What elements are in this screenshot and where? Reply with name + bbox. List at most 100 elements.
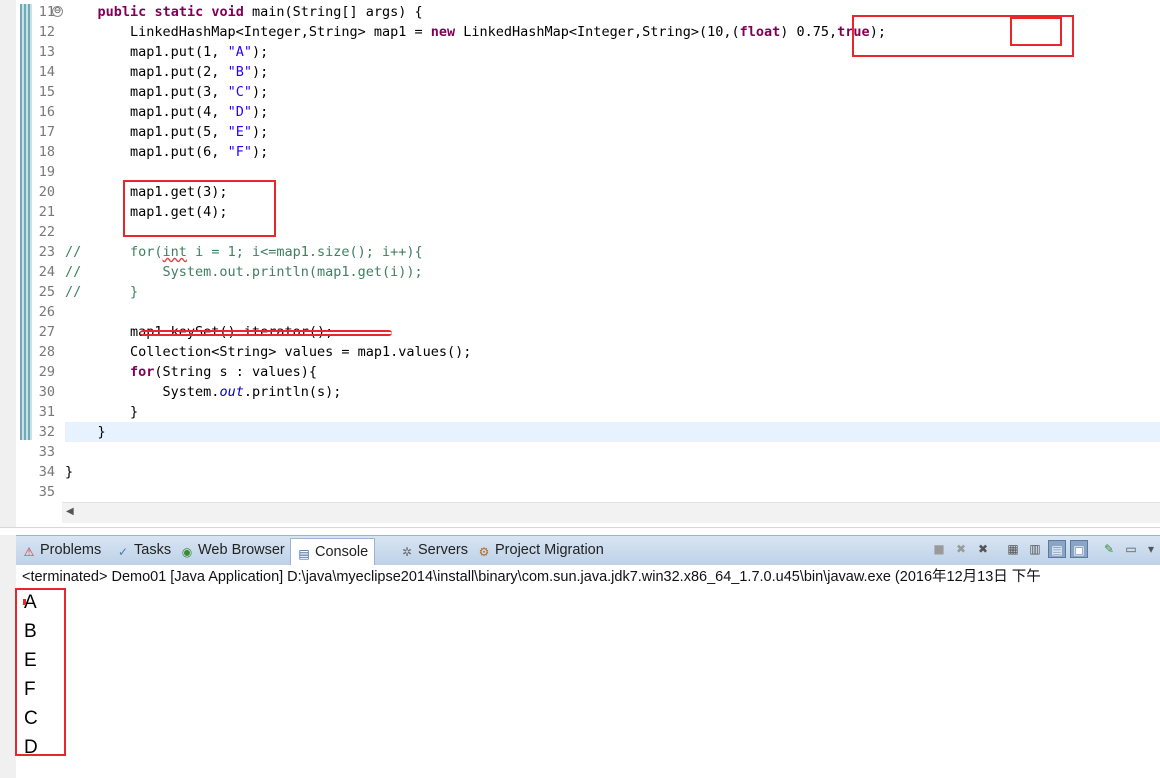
line-number: 13	[38, 44, 55, 60]
line-number: 27	[38, 324, 55, 340]
code-token: .println(s);	[243, 384, 342, 400]
remove-all-terminated-icon[interactable]: ✖	[974, 540, 992, 558]
code-token: );	[251, 124, 269, 140]
pin-console-icon[interactable]: ✎	[1100, 540, 1118, 558]
code-line[interactable]: map1.put(1, "A");	[65, 42, 268, 62]
show-on-stdout-icon[interactable]: ▤	[1048, 540, 1066, 558]
tab-web-browser[interactable]: ◉ Web Browser	[180, 536, 285, 565]
code-line[interactable]: // for(int i = 1; i<=map1.size(); i++){	[65, 242, 423, 262]
tab-problems[interactable]: ⚠ Problems	[22, 536, 102, 565]
annotation-box-get-calls	[123, 180, 276, 237]
code-token: static	[154, 4, 204, 20]
web-browser-icon: ◉	[181, 545, 193, 559]
code-line[interactable]: public static void main(String[] args) {	[65, 2, 423, 22]
text-cursor-marker	[23, 599, 26, 605]
tasks-icon: ✓	[117, 545, 129, 559]
line-number: 12	[38, 24, 55, 40]
console-process-label: <terminated> Demo01 [Java Application] D…	[22, 569, 1041, 585]
line-number: 19	[38, 164, 55, 180]
servers-icon: ✲	[401, 545, 413, 559]
line-number: 25	[38, 284, 55, 300]
code-line[interactable]: // System.out.println(map1.get(i));	[65, 262, 423, 282]
line-number: 23	[38, 244, 55, 260]
current-line-highlight	[65, 422, 1160, 442]
code-token: }	[65, 464, 74, 480]
code-line[interactable]: LinkedHashMap<Integer,String> map1 = new…	[65, 22, 886, 42]
console-output-area[interactable]: <terminated> Demo01 [Java Application] D…	[16, 565, 1160, 778]
line-number: 31	[38, 404, 55, 420]
tab-console[interactable]: ▤ Console	[290, 538, 376, 567]
line-number: 26	[38, 304, 55, 320]
tab-label: Servers	[418, 542, 468, 558]
quick-diff-change-bar	[20, 4, 32, 440]
code-token: );	[251, 144, 269, 160]
horizontal-scrollbar[interactable]: ◀	[62, 502, 1160, 523]
code-token: map1.put(5,	[65, 124, 228, 140]
code-line[interactable]: map1.put(2, "B");	[65, 62, 268, 82]
display-console-icon[interactable]: ▭	[1122, 540, 1140, 558]
line-number: 30	[38, 384, 55, 400]
terminate-icon[interactable]: ■	[930, 540, 948, 558]
code-editor[interactable]: 11 12 13 14 15 16 17 18 19 20 21 22 23 24 25 26 27 28 29 30…	[0, 0, 1160, 527]
clear-console-icon[interactable]: ▦	[1004, 540, 1022, 558]
project-migration-icon: ⚙	[478, 545, 490, 559]
code-line[interactable]: System.out.println(s);	[65, 382, 342, 402]
problems-icon: ⚠	[23, 545, 35, 559]
line-number: 28	[38, 344, 55, 360]
show-on-stderr-icon[interactable]: ▣	[1070, 540, 1088, 558]
line-number: 18	[38, 144, 55, 160]
editor-left-strip	[0, 0, 16, 527]
line-number: 33	[38, 444, 55, 460]
code-token: );	[251, 104, 269, 120]
scroll-lock-icon[interactable]: ▥	[1026, 540, 1044, 558]
code-line[interactable]: // }	[65, 282, 138, 302]
code-line[interactable]: }	[65, 462, 73, 482]
code-token: out	[219, 384, 244, 400]
line-number: 20	[38, 184, 55, 200]
code-token: map1.put(4,	[65, 104, 228, 120]
scroll-left-arrow-icon[interactable]: ◀	[66, 506, 74, 517]
code-token: public	[97, 4, 147, 20]
code-token: map1.put(1,	[65, 44, 228, 60]
console-icon: ▤	[298, 547, 310, 561]
code-line[interactable]: Collection<String> values = map1.values(…	[65, 342, 471, 362]
code-token: int	[162, 244, 187, 260]
annotation-strikethrough	[140, 330, 392, 336]
code-token: void	[211, 4, 244, 20]
annotation-box-output	[15, 588, 66, 756]
view-separator[interactable]	[0, 527, 1160, 535]
code-token: (String s : values){	[154, 364, 317, 380]
code-token: LinkedHashMap<Integer,String> map1 =	[65, 24, 431, 40]
code-token: new	[430, 24, 456, 40]
console-left-strip	[0, 535, 16, 778]
line-number: 15	[38, 84, 55, 100]
code-line[interactable]: map1.put(3, "C");	[65, 82, 268, 102]
bottom-view-tab-bar: ⚠ Problems ✓ Tasks ◉ Web Browser ▤ Console ✲…	[16, 535, 1160, 567]
line-number: 29	[38, 364, 55, 380]
code-token: map1.put(2,	[65, 64, 228, 80]
code-token: // System.out.println(map1.get(i));	[65, 264, 423, 280]
line-number: 34	[38, 464, 55, 480]
code-line[interactable]: }	[65, 402, 138, 422]
remove-launch-icon[interactable]: ✖	[952, 540, 970, 558]
tab-project-migration[interactable]: ⚙ Project Migration	[477, 536, 604, 565]
code-token: ) 0.75,	[780, 24, 838, 40]
fold-collapse-icon[interactable]: ⊖	[52, 6, 63, 17]
code-token: "D"	[227, 104, 252, 120]
code-line[interactable]: map1.put(6, "F");	[65, 142, 268, 162]
tab-tasks[interactable]: ✓ Tasks	[116, 536, 171, 565]
annotation-box-access-order-true	[1010, 17, 1062, 46]
code-line[interactable]: for(String s : values){	[65, 362, 317, 382]
code-token: // for(	[65, 244, 163, 260]
code-token: for	[130, 364, 155, 380]
view-menu-icon[interactable]: ▾	[1142, 540, 1160, 558]
code-token: map1.put(3,	[65, 84, 228, 100]
code-line[interactable]: map1.put(4, "D");	[65, 102, 268, 122]
code-token: }	[65, 404, 139, 420]
tab-servers[interactable]: ✲ Servers	[400, 536, 468, 565]
code-token: );	[251, 84, 269, 100]
code-line[interactable]: map1.put(5, "E");	[65, 122, 268, 142]
console-toolbar: ■ ✖ ✖ ▦ ▥ ▤ ▣ ✎ ▭ ▾	[930, 540, 1160, 562]
code-line[interactable]: }	[65, 422, 106, 442]
